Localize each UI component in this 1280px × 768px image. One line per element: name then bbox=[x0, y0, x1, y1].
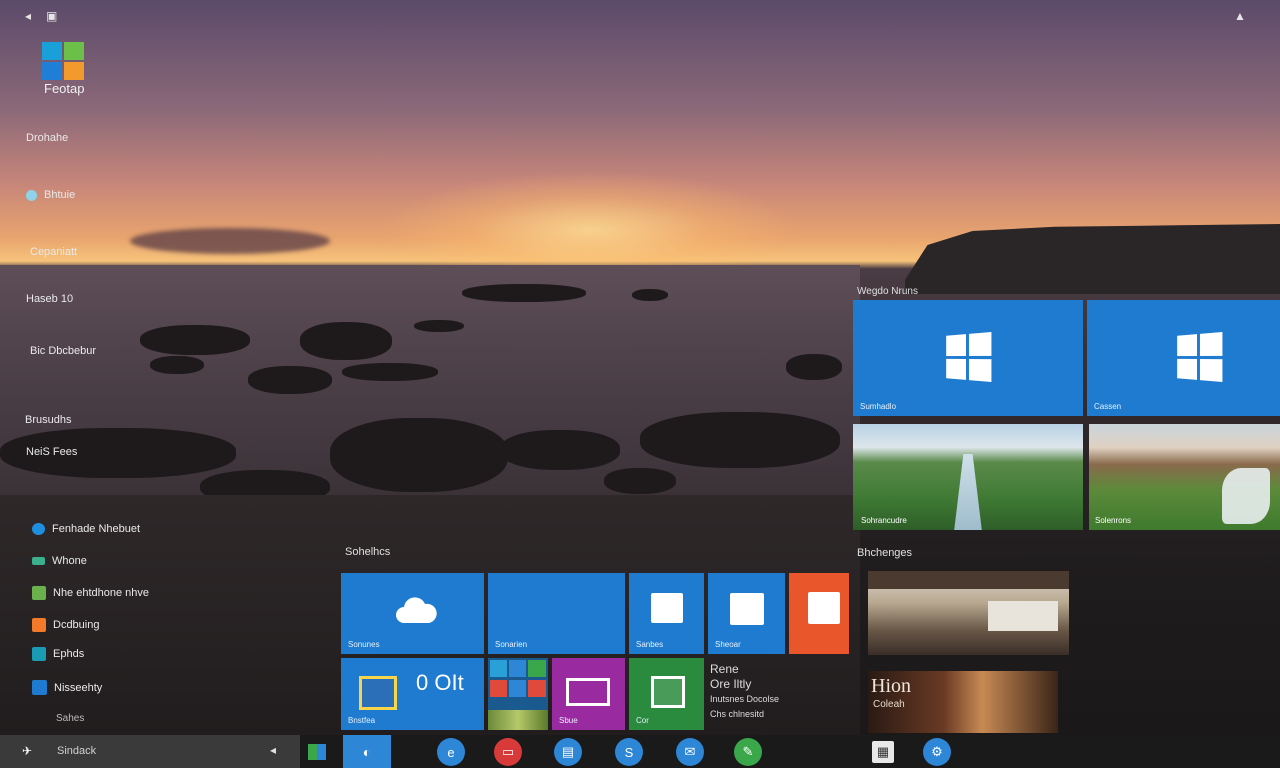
search-box[interactable]: ✈ Sindack ◂ bbox=[0, 735, 300, 768]
rock bbox=[786, 354, 842, 380]
kitchen-photo-tile[interactable] bbox=[868, 571, 1069, 655]
sidebar-item-8[interactable]: Fenhade Nhebuet bbox=[32, 523, 140, 535]
window-light bbox=[988, 601, 1058, 631]
blue-square-icon bbox=[32, 680, 47, 695]
windows-logo-icon[interactable] bbox=[42, 42, 84, 80]
sidebar-item-3[interactable]: Cepaniatt bbox=[30, 246, 77, 258]
mini-photo bbox=[488, 710, 548, 730]
sidebar-item-4[interactable]: Haseb 10 bbox=[26, 293, 73, 305]
store-tile-a[interactable]: Sanbes bbox=[629, 573, 704, 654]
start-icon[interactable]: ✈ bbox=[22, 744, 32, 758]
waterfall bbox=[1222, 468, 1270, 524]
rock bbox=[140, 325, 250, 355]
windows-logo-icon bbox=[946, 332, 992, 382]
group-label-left: Sohelhcs bbox=[345, 546, 391, 558]
sidebar-item-7[interactable]: NeiS Fees bbox=[26, 446, 77, 458]
store-icon bbox=[651, 593, 683, 623]
sidebar-item-2[interactable]: Bhtuie bbox=[26, 189, 75, 201]
user-icon[interactable]: ▲ bbox=[1234, 9, 1246, 23]
mini-tile bbox=[490, 660, 507, 677]
edge-icon: ◐ bbox=[362, 743, 372, 760]
valley-photo-tile[interactable]: Sohrancudre bbox=[853, 424, 1083, 530]
rock bbox=[248, 366, 332, 394]
rock bbox=[500, 430, 620, 470]
waterfall-photo-tile[interactable]: Solenrons bbox=[1089, 424, 1280, 530]
mini-tile bbox=[509, 660, 526, 677]
cafe-photo-tile[interactable]: Hion Coleah bbox=[868, 671, 1058, 733]
rock bbox=[414, 320, 464, 332]
office-tile[interactable] bbox=[789, 573, 849, 654]
sidebar-item-9[interactable]: Whone bbox=[32, 555, 87, 567]
purple-tile[interactable]: Sbue bbox=[552, 658, 625, 730]
river bbox=[954, 454, 982, 530]
sidebar-item-13[interactable]: Nisseehty bbox=[32, 680, 102, 695]
circle-icon bbox=[26, 189, 37, 201]
shop-icon bbox=[730, 593, 764, 625]
ie-taskbar-button[interactable]: e bbox=[437, 738, 465, 766]
photo-frame-icon bbox=[566, 678, 610, 706]
store-taskbar-icon[interactable] bbox=[308, 744, 326, 760]
beams bbox=[868, 571, 1069, 589]
cliff bbox=[905, 224, 1280, 294]
notes-taskbar-button[interactable]: ▦ bbox=[872, 741, 894, 763]
sidebar-item-14[interactable]: Sahes bbox=[56, 713, 84, 724]
sidebar-item-10[interactable]: Nhe ehtdhone nhve bbox=[32, 586, 149, 600]
onedrive-tile[interactable]: Sonunes bbox=[341, 573, 484, 654]
tiles-icon bbox=[32, 586, 46, 600]
windows-tile-b[interactable]: Cassen bbox=[1087, 300, 1280, 416]
mini-tile bbox=[509, 680, 526, 697]
rock bbox=[632, 289, 668, 301]
sidebar-item-12[interactable]: Ephds bbox=[32, 647, 84, 661]
settings-taskbar-button[interactable]: ⚙ bbox=[923, 738, 951, 766]
teal-square-icon bbox=[32, 647, 46, 661]
sidebar-item-5[interactable]: Bic Dbcbebur bbox=[30, 345, 96, 357]
mail-taskbar-button[interactable]: ✉ bbox=[676, 738, 704, 766]
mini-tile bbox=[528, 680, 546, 697]
mini-tile bbox=[528, 660, 546, 677]
back-icon[interactable]: ◂ bbox=[25, 9, 31, 23]
sidebar-item-1[interactable]: Drohahe bbox=[26, 132, 68, 144]
edge-icon bbox=[32, 523, 45, 535]
clock-tile[interactable]: 0 OIt Bnstfea bbox=[341, 658, 484, 730]
cloud bbox=[130, 228, 330, 254]
red-app-taskbar-button[interactable]: ▭ bbox=[494, 738, 522, 766]
store-tile-b[interactable]: Sheoar bbox=[708, 573, 785, 654]
green-tile[interactable]: Cor bbox=[629, 658, 704, 730]
rock bbox=[342, 363, 438, 381]
rock bbox=[640, 412, 840, 468]
office-icon bbox=[808, 592, 840, 624]
back-icon[interactable]: ◂ bbox=[270, 743, 276, 757]
blue-app-taskbar-button[interactable]: ▤ bbox=[554, 738, 582, 766]
text-tile[interactable]: Rene Ore Iltly Inutsnes Docolse Chs chln… bbox=[710, 662, 850, 730]
rock bbox=[604, 468, 676, 494]
sidebar-item-11[interactable]: Dcdbuing bbox=[32, 618, 99, 632]
green-app-taskbar-button[interactable]: ✎ bbox=[734, 738, 762, 766]
blank-tile[interactable]: Sonarien bbox=[488, 573, 625, 654]
edge-taskbar-button[interactable]: ◐ bbox=[343, 735, 391, 768]
rock bbox=[330, 418, 508, 492]
calendar-icon bbox=[359, 676, 397, 710]
rock bbox=[300, 322, 392, 360]
rock bbox=[462, 284, 586, 302]
group-label-right: Bhchenges bbox=[857, 547, 913, 559]
window-icon bbox=[32, 557, 45, 565]
group-label-upper: Wegdo Nruns bbox=[857, 286, 918, 297]
windows-tile-a[interactable]: Sumhadlo bbox=[853, 300, 1083, 416]
cloud-icon bbox=[396, 597, 437, 623]
app-label[interactable]: Feotap bbox=[44, 81, 84, 96]
excel-icon bbox=[651, 676, 685, 708]
mini-tiles-tile[interactable] bbox=[488, 658, 548, 730]
orange-square-icon bbox=[32, 618, 46, 632]
sidebar-item-6[interactable]: Brusudhs bbox=[25, 414, 71, 426]
steam-taskbar-button[interactable]: S bbox=[615, 738, 643, 766]
mini-tile bbox=[490, 680, 507, 697]
windows-logo-icon bbox=[1177, 332, 1223, 382]
window-icon[interactable]: ▣ bbox=[46, 9, 57, 23]
rock bbox=[150, 356, 204, 374]
